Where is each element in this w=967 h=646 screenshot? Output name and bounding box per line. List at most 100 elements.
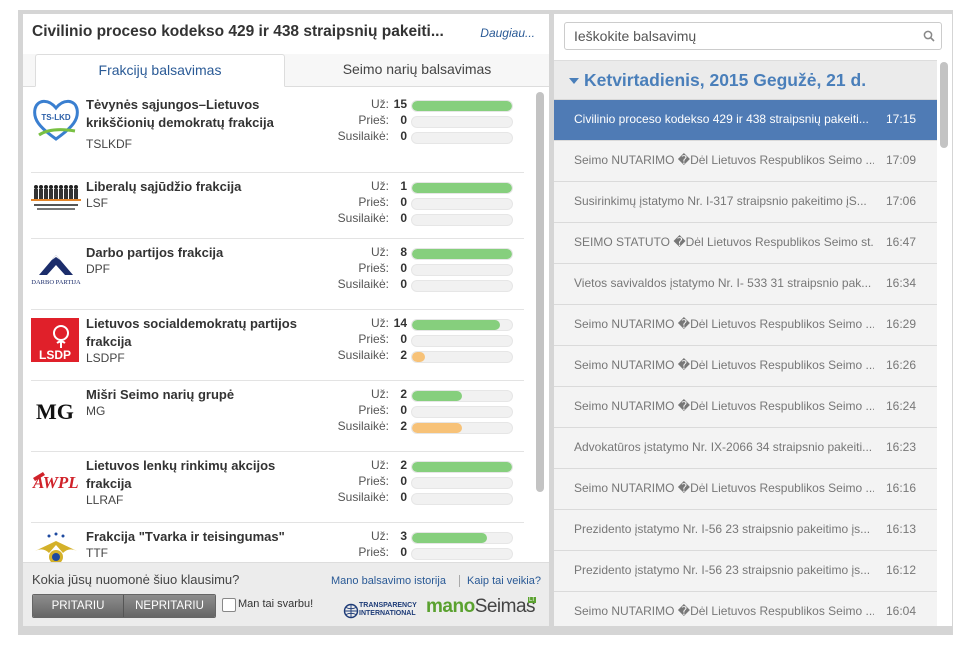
voting-time: 16:24 [886, 399, 917, 413]
faction-name[interactable]: Lietuvos lenkų rinkimų akcijos frakcija [86, 457, 316, 493]
voting-time: 16:26 [886, 358, 917, 372]
faction-name[interactable]: Lietuvos socialdemokratų partijos frakci… [86, 315, 316, 351]
faction-code: LLRAF [86, 493, 124, 507]
voting-item[interactable]: Susirinkimų įstatymo Nr. I-317 straipsni… [554, 182, 937, 223]
vote-for-fill [412, 533, 487, 543]
faction-name[interactable]: Tėvynės sąjungos–Lietuvos krikščionių de… [86, 96, 316, 132]
more-link[interactable]: Daugiau... [480, 26, 535, 40]
faction-code: LSDPF [86, 351, 125, 365]
faction-votes: Už: 14 Prieš: 0 Susilaikė: 2 [301, 316, 521, 364]
faction-name[interactable]: Liberalų sąjūdžio frakcija [86, 178, 316, 196]
faction-name[interactable]: Mišri Seimo narių grupė [86, 386, 316, 404]
transparency-international-logo[interactable]: TRANSPARENCY INTERNATIONAL [343, 601, 423, 621]
important-label: Man tai svarbu! [238, 598, 314, 610]
voting-title: Civilinio proceso kodekso 429 ir 438 str… [574, 112, 869, 126]
vote-against-label: Prieš: [358, 195, 389, 209]
voting-item[interactable]: Seimo NUTARIMO �Dėl Lietuvos Respublikos… [554, 469, 937, 510]
tab-member-votes[interactable]: Seimo narių balsavimas [285, 54, 549, 85]
vote-against-count: 0 [400, 261, 407, 275]
faction-row[interactable]: TS-LKD Tėvynės sąjungos–Lietuvos krikščio… [31, 91, 524, 173]
brand-badge: LT [528, 597, 536, 603]
vote-for-bar [411, 390, 513, 402]
voting-item[interactable]: Prezidento įstatymo Nr. I-56 23 straipsn… [554, 551, 937, 592]
voting-item[interactable]: Civilinio proceso kodekso 429 ir 438 str… [554, 100, 937, 141]
vote-abstain-line: Susilaikė: 0 [301, 277, 521, 293]
vote-abstain-label: Susilaikė: [337, 129, 389, 143]
vote-detail-panel: Civilinio proceso kodekso 429 ir 438 str… [23, 14, 549, 626]
faction-list-scrollbar[interactable] [536, 92, 544, 492]
faction-row[interactable]: Frakcija "Tvarka ir teisingumas" TTF Už: 3 P… [31, 523, 524, 563]
search-input[interactable]: Ieškokite balsavimų [564, 22, 942, 50]
vote-header: Civilinio proceso kodekso 429 ir 438 str… [23, 14, 549, 54]
voting-title: SEIMO STATUTO �Dėl Lietuvos Respublikos … [574, 235, 874, 249]
faction-name[interactable]: Darbo partijos frakcija [86, 244, 316, 262]
disagree-button[interactable]: NEPRITARIU [124, 595, 215, 617]
faction-row[interactable]: AWPL Lietuvos lenkų rinkimų akcijos frakc… [31, 452, 524, 523]
important-checkbox[interactable] [222, 598, 236, 612]
vote-abstain-label: Susilaikė: [337, 348, 389, 362]
voting-item[interactable]: SEIMO STATUTO �Dėl Lietuvos Respublikos … [554, 223, 937, 264]
voting-list-scrollbar[interactable] [940, 62, 948, 148]
vote-title: Civilinio proceso kodekso 429 ir 438 str… [32, 23, 444, 40]
voting-item[interactable]: Seimo NUTARIMO �Dėl Lietuvos Respublikos… [554, 346, 937, 387]
voting-item[interactable]: Seimo NUTARIMO �Dėl Lietuvos Respublikos… [554, 387, 937, 428]
voting-history-link[interactable]: Mano balsavimo istorija [331, 575, 446, 587]
vote-for-count: 2 [400, 458, 407, 472]
date-header[interactable]: Ketvirtadienis, 2015 Gegužė, 21 d. [554, 61, 937, 100]
faction-row[interactable]: Liberalų sąjūdžio frakcija LSF Už: 1 Prieš: 0… [31, 173, 524, 239]
faction-row[interactable]: DARBO PARTIJA Darbo partijos frakcija DPF U… [31, 239, 524, 310]
vote-abstain-label: Susilaikė: [337, 419, 389, 433]
voting-title: Seimo NUTARIMO �Dėl Lietuvos Respublikos… [574, 604, 874, 618]
voting-item[interactable]: Prezidento įstatymo Nr. I-56 23 straipsn… [554, 510, 937, 551]
caret-down-icon [569, 78, 579, 84]
vote-for-count: 3 [400, 529, 407, 543]
vote-for-fill [412, 101, 512, 111]
voting-time: 16:04 [886, 604, 917, 618]
vote-against-count: 0 [400, 403, 407, 417]
voting-item[interactable]: Vietos savivaldos įstatymo Nr. I- 533 31… [554, 264, 937, 305]
vote-against-line: Prieš: 0 [301, 545, 521, 561]
vote-abstain-line: Susilaikė: 0 [301, 211, 521, 227]
vote-abstain-count: 0 [400, 277, 407, 291]
lsdp-logo: LSDP [31, 316, 81, 366]
faction-votes: Už:3Prieš:0Susilaikė:0 [301, 529, 521, 563]
voting-title: Seimo NUTARIMO �Dėl Lietuvos Respublikos… [574, 399, 874, 413]
vote-against-label: Prieš: [358, 545, 389, 559]
vote-for-line: Už: 14 [301, 316, 521, 332]
mg-logo: MG [31, 387, 81, 437]
vote-abstain-count: 0 [400, 211, 407, 225]
voting-item[interactable]: Seimo NUTARIMO �Dėl Lietuvos Respublikos… [554, 592, 937, 626]
faction-name[interactable]: Frakcija "Tvarka ir teisingumas" [86, 528, 316, 546]
liberal-logo [31, 179, 81, 229]
vote-for-count: 8 [400, 245, 407, 259]
search-icon[interactable] [923, 30, 935, 42]
ts-lkd-logo: TS-LKD [31, 97, 81, 147]
voting-title: Prezidento įstatymo Nr. I-56 23 straipsn… [574, 522, 871, 536]
agree-button[interactable]: PRITARIU [33, 595, 124, 617]
faction-row[interactable]: MG Mišri Seimo narių grupė MG Už: 2 Prieš: 0 Su… [31, 381, 524, 452]
vote-for-label: Už: [371, 316, 389, 330]
vote-for-fill [412, 183, 512, 193]
vote-for-fill [412, 391, 462, 401]
voting-item[interactable]: Seimo NUTARIMO �Dėl Lietuvos Respublikos… [554, 141, 937, 182]
faction-code: TTF [86, 546, 108, 560]
vote-for-label: Už: [371, 97, 389, 111]
tab-faction-votes[interactable]: Frakcijų balsavimas [35, 54, 285, 87]
vote-abstain-bar [411, 351, 513, 363]
vote-against-count: 0 [400, 545, 407, 559]
voting-title: Advokatūros įstatymo Nr. IX-2066 34 stra… [574, 440, 873, 454]
voting-time: 17:06 [886, 194, 917, 208]
brand-part-b: Seimas [474, 596, 536, 617]
link-divider [459, 575, 460, 587]
voting-title: Susirinkimų įstatymo Nr. I-317 straipsni… [574, 194, 867, 208]
vote-for-line: Už: 2 [301, 387, 521, 403]
voting-item[interactable]: Advokatūros įstatymo Nr. IX-2066 34 stra… [554, 428, 937, 469]
vote-against-label: Prieš: [358, 403, 389, 417]
mano-seimas-logo[interactable]: manoSeimas LT [426, 596, 536, 618]
faction-row[interactable]: LSDP Lietuvos socialdemokratų partijos fr… [31, 310, 524, 381]
vote-abstain-line: Susilaikė: 0 [301, 129, 521, 145]
brand-part-a: mano [426, 596, 475, 617]
how-it-works-link[interactable]: Kaip tai veikia? [467, 575, 541, 587]
voting-item[interactable]: Seimo NUTARIMO �Dėl Lietuvos Respublikos… [554, 305, 937, 346]
svg-text:TS-LKD: TS-LKD [41, 113, 71, 122]
